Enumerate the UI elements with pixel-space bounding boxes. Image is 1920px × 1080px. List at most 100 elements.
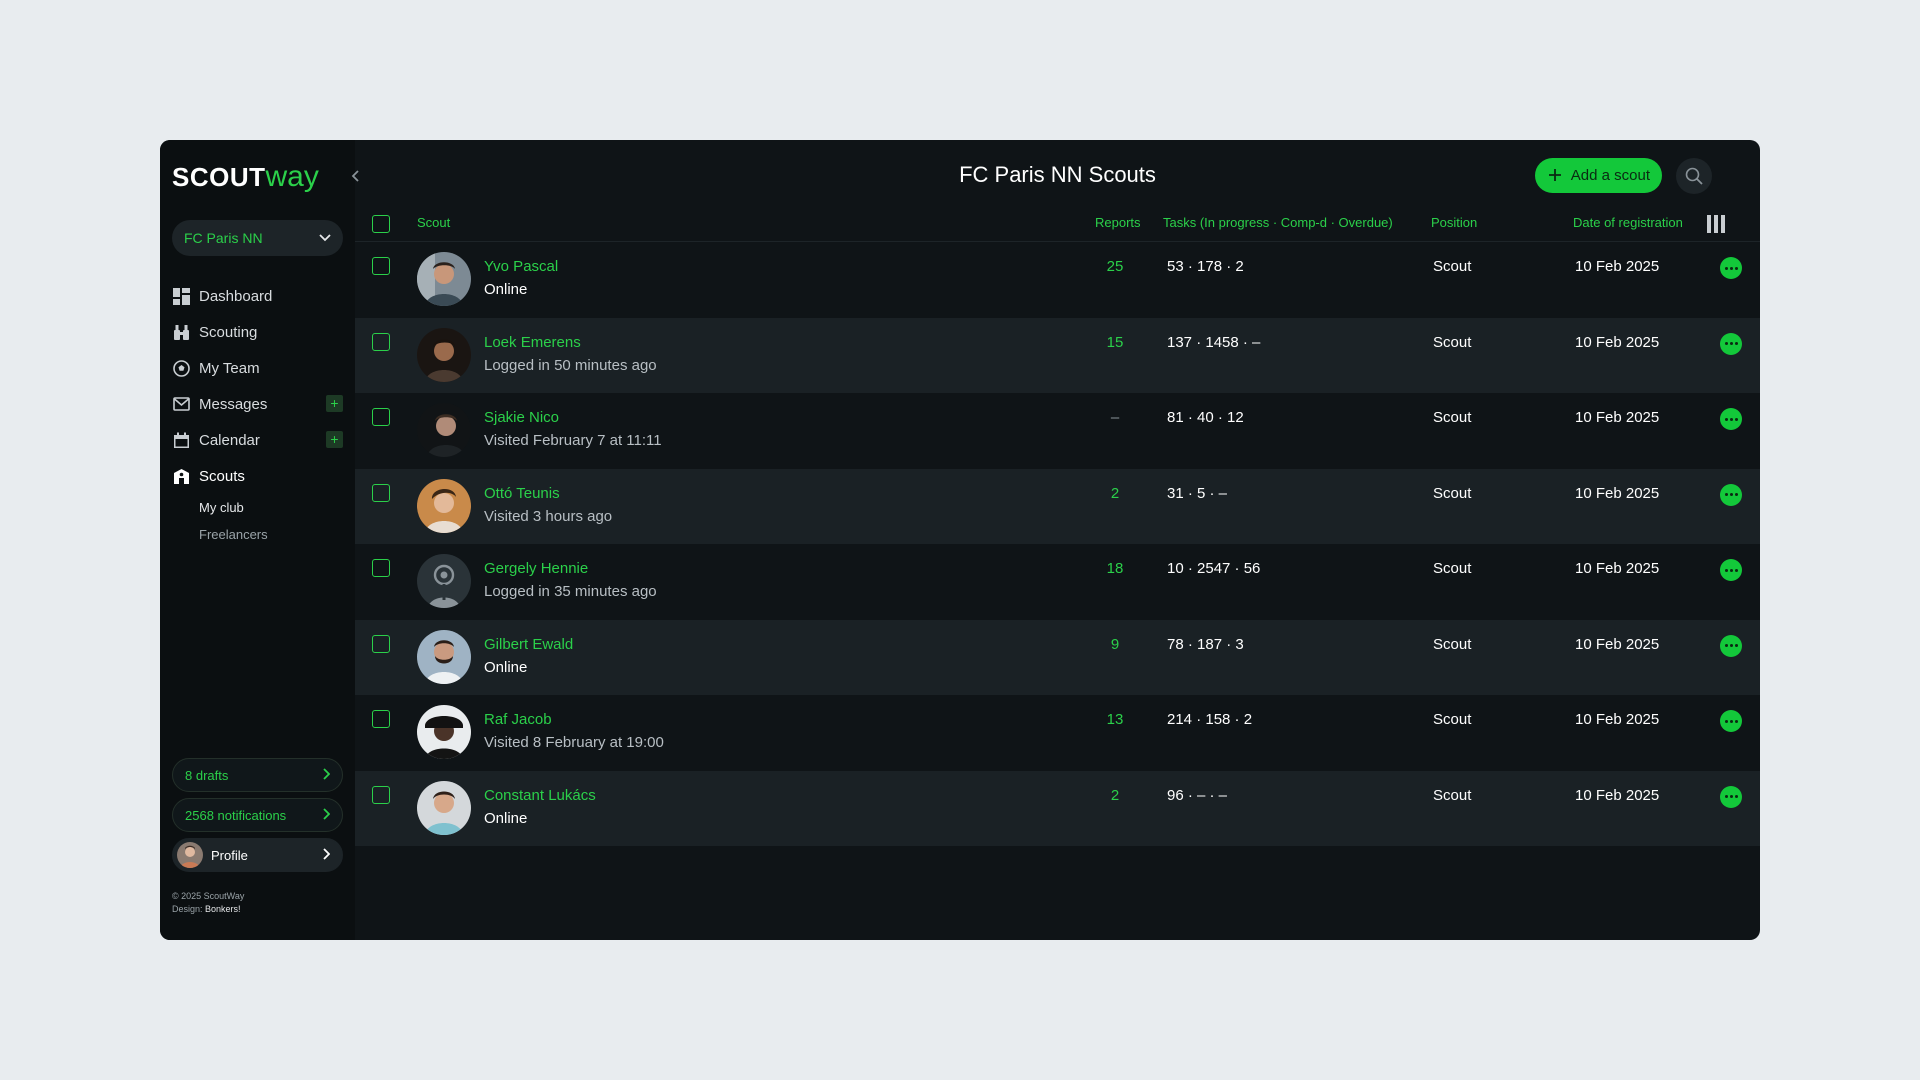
table-row[interactable]: Constant Lukács Online 2 96 · – · – Scou…	[355, 770, 1760, 846]
table-row[interactable]: Gergely Hennie Logged in 35 minutes ago …	[355, 544, 1760, 620]
main-content: FC Paris NN Scouts Add a scout Scout Rep…	[355, 140, 1760, 940]
more-options-button[interactable]	[1720, 257, 1742, 279]
tasks-summary: 81 · 40 · 12	[1167, 409, 1244, 426]
reports-count[interactable]: 2	[1100, 485, 1130, 502]
row-checkbox[interactable]	[372, 483, 390, 502]
soccer-ball-icon	[172, 359, 190, 377]
tasks-summary: 53 · 178 · 2	[1167, 258, 1244, 275]
reports-count[interactable]: –	[1100, 409, 1130, 426]
scout-name[interactable]: Sjakie Nico	[484, 409, 559, 426]
reports-count[interactable]: 18	[1100, 560, 1130, 577]
column-header-position[interactable]: Position	[1431, 215, 1477, 230]
profile-avatar	[177, 842, 203, 868]
table-row[interactable]: Raf Jacob Visited 8 February at 19:00 13…	[355, 695, 1760, 771]
add-scout-label: Add a scout	[1570, 167, 1650, 184]
scout-name[interactable]: Gergely Hennie	[484, 560, 588, 577]
sidebar-item-label: My Team	[199, 359, 260, 377]
registration-date: 10 Feb 2025	[1575, 635, 1660, 653]
sidebar-item-dashboard[interactable]: Dashboard	[172, 278, 343, 314]
tasks-summary: 137 · 1458 · –	[1167, 333, 1261, 351]
column-header-reports[interactable]: Reports	[1095, 215, 1141, 230]
add-scout-button[interactable]: Add a scout	[1534, 158, 1662, 193]
column-header-date[interactable]: Date of registration	[1573, 215, 1683, 230]
notifications-link[interactable]: 2568 notifications	[172, 798, 343, 832]
scoutway-logo[interactable]: SCOUT way	[172, 160, 343, 194]
subnav-item-my-club[interactable]: My club	[172, 494, 343, 521]
table-row[interactable]: Yvo Pascal Online 25 53 · 178 · 2 Scout …	[355, 242, 1760, 318]
notifications-label: 2568 notifications	[185, 807, 287, 823]
sidebar-item-scouting[interactable]: Scouting	[172, 314, 343, 350]
scout-position: Scout	[1433, 409, 1472, 426]
table-row[interactable]: Ottó Teunis Visited 3 hours ago 2 31 · 5…	[355, 468, 1760, 544]
scout-name[interactable]: Constant Lukács	[484, 787, 596, 804]
sidebar-item-calendar[interactable]: Calendar +	[172, 422, 343, 458]
scout-name[interactable]: Loek Emerens	[484, 334, 581, 351]
reports-count[interactable]: 2	[1100, 787, 1130, 804]
profile-link[interactable]: Profile	[172, 838, 343, 872]
copyright-note: © 2025 ScoutWay Design: Bonkers!	[172, 890, 343, 916]
sidebar-item-scouts[interactable]: Scouts	[172, 458, 343, 494]
plus-icon	[1548, 165, 1561, 186]
row-checkbox[interactable]	[372, 634, 390, 653]
more-options-button[interactable]	[1720, 785, 1742, 808]
more-options-button[interactable]	[1720, 559, 1742, 581]
club-select[interactable]: FC Paris NN	[172, 220, 343, 256]
scout-icon	[172, 467, 190, 485]
copyright-text: © 2025 ScoutWay	[172, 891, 245, 901]
new-event-plus-button[interactable]: +	[326, 431, 343, 448]
sidebar-item-messages[interactable]: Messages +	[172, 386, 343, 422]
chevron-down-icon	[319, 234, 331, 242]
columns-icon[interactable]	[1707, 215, 1725, 233]
scouts-table-body: Yvo Pascal Online 25 53 · 178 · 2 Scout …	[355, 242, 1760, 846]
drafts-label: 8 drafts	[185, 767, 229, 783]
table-row[interactable]: Sjakie Nico Visited February 7 at 11:11 …	[355, 393, 1760, 469]
more-options-button[interactable]	[1720, 408, 1742, 430]
scout-name[interactable]: Gilbert Ewald	[484, 636, 573, 653]
row-checkbox[interactable]	[372, 559, 390, 577]
reports-count[interactable]: 25	[1100, 258, 1130, 275]
subnav-item-freelancers[interactable]: Freelancers	[172, 521, 343, 548]
registration-date: 10 Feb 2025	[1575, 258, 1660, 275]
search-button[interactable]	[1676, 158, 1712, 194]
chevron-right-icon	[322, 807, 331, 823]
scout-position: Scout	[1433, 711, 1472, 728]
table-row[interactable]: Loek Emerens Logged in 50 minutes ago 15…	[355, 317, 1760, 393]
more-options-button[interactable]	[1720, 483, 1742, 506]
scout-status: Online	[484, 281, 528, 298]
table-row[interactable]: Gilbert Ewald Online 9 78 · 187 · 3 Scou…	[355, 619, 1760, 695]
reports-count[interactable]: 15	[1100, 334, 1130, 351]
search-icon	[1685, 167, 1703, 185]
row-checkbox[interactable]	[372, 332, 390, 351]
design-credit-link[interactable]: Bonkers!	[205, 904, 241, 914]
row-checkbox[interactable]	[372, 785, 390, 804]
new-message-plus-button[interactable]: +	[326, 395, 343, 412]
column-header-tasks[interactable]: Tasks (In progress · Comp-d · Overdue)	[1163, 215, 1393, 230]
row-checkbox[interactable]	[372, 257, 390, 275]
design-credit: Design: Bonkers!	[172, 903, 343, 916]
more-options-button[interactable]	[1720, 634, 1742, 657]
avatar	[417, 780, 471, 835]
scout-name[interactable]: Ottó Teunis	[484, 485, 560, 502]
scout-name[interactable]: Yvo Pascal	[484, 258, 558, 275]
more-options-button[interactable]	[1720, 332, 1742, 355]
drafts-link[interactable]: 8 drafts	[172, 758, 343, 792]
sidebar-item-label: Messages	[199, 395, 268, 413]
select-all-checkbox[interactable]	[372, 215, 390, 233]
sidebar-item-my-team[interactable]: My Team	[172, 350, 343, 386]
more-options-button[interactable]	[1720, 710, 1742, 732]
reports-count[interactable]: 13	[1100, 711, 1130, 728]
reports-count[interactable]: 9	[1100, 636, 1130, 653]
avatar	[417, 252, 471, 306]
column-header-scout[interactable]: Scout	[417, 215, 450, 230]
logo-text: SCOUT	[172, 162, 266, 192]
design-label: Design:	[172, 904, 203, 914]
avatar	[417, 554, 471, 608]
row-checkbox[interactable]	[372, 408, 390, 426]
binoculars-icon	[172, 323, 190, 341]
scout-position: Scout	[1433, 635, 1472, 653]
tasks-summary: 78 · 187 · 3	[1167, 635, 1244, 653]
scout-position: Scout	[1433, 484, 1472, 502]
scout-name[interactable]: Raf Jacob	[484, 711, 552, 728]
sidebar: SCOUTway FC Paris NN Dashboard Scouting	[160, 140, 359, 940]
row-checkbox[interactable]	[372, 710, 390, 728]
